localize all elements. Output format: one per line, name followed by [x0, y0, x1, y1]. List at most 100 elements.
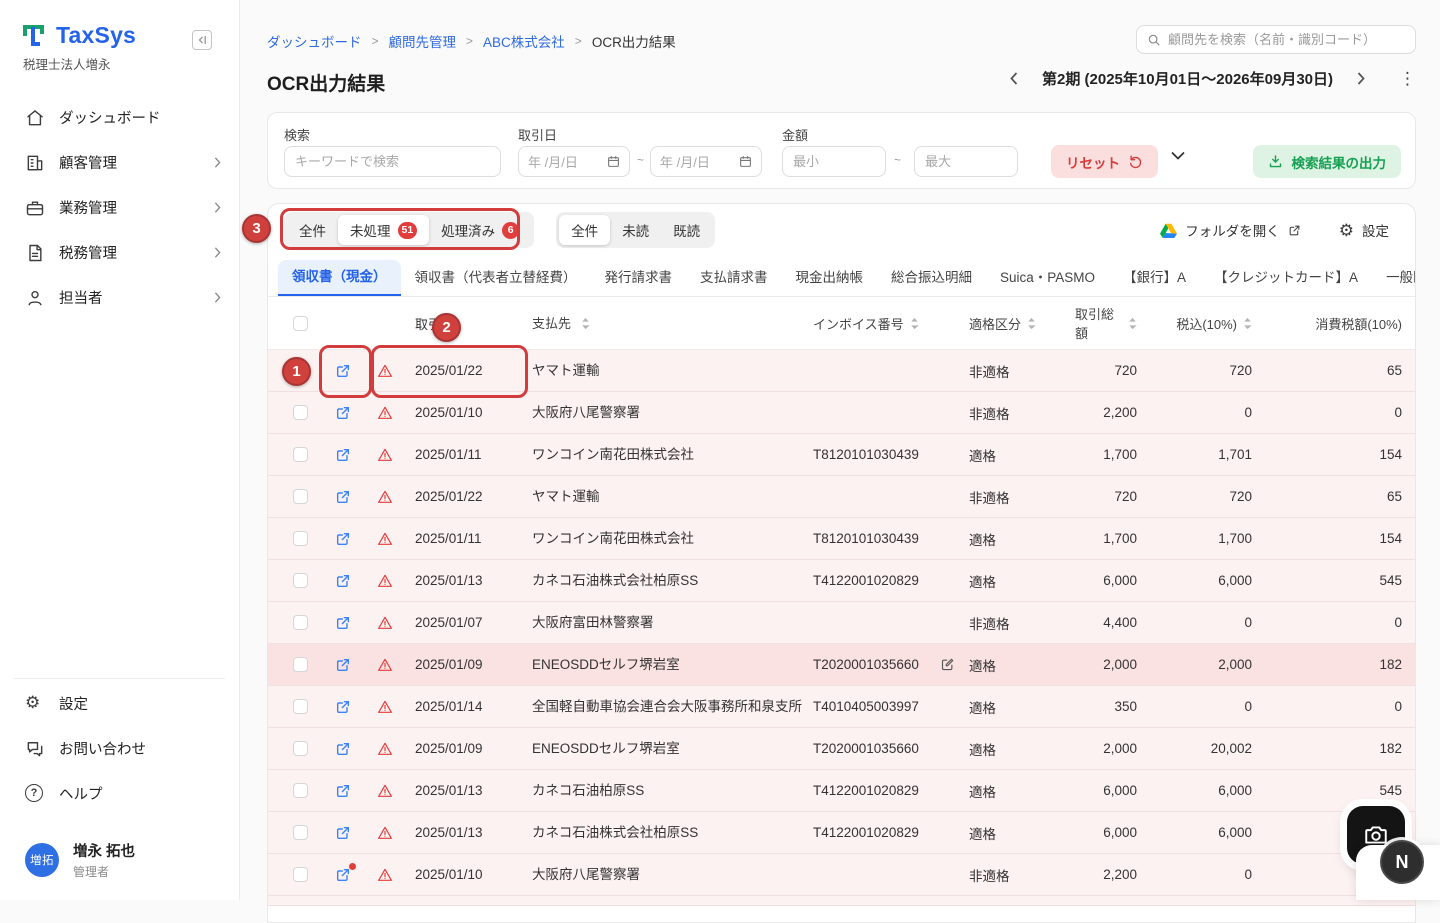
sidebar-item-staff[interactable]: 担当者: [0, 275, 239, 320]
row-checkbox[interactable]: [293, 867, 308, 882]
sidebar-item-tax[interactable]: 税務管理: [0, 230, 239, 275]
doc-tab-【銀行】A[interactable]: 【銀行】A: [1109, 260, 1200, 296]
open-record-icon[interactable]: [335, 741, 351, 757]
read-tab-既読[interactable]: 既読: [661, 215, 712, 245]
n-extension-button[interactable]: N: [1380, 840, 1424, 884]
breadcrumb-company[interactable]: ABC株式会社: [483, 31, 565, 51]
doc-tab-Suica・PASMO[interactable]: Suica・PASMO: [986, 260, 1109, 296]
read-tab-全件[interactable]: 全件: [559, 215, 610, 245]
table-row[interactable]: 2025/01/22 ヤマト運輸 非適格 720 720 65: [268, 350, 1415, 392]
table-row[interactable]: 2025/01/07 大阪府富田林警察署 非適格 4,400 0 0: [268, 602, 1415, 644]
column-payee[interactable]: 支払先: [524, 297, 805, 350]
breadcrumb-clients[interactable]: 顧問先管理: [389, 31, 457, 51]
edit-icon[interactable]: [940, 657, 955, 672]
table-row[interactable]: 2025/01/11 ワンコイン南花田株式会社 T8120101030439 適…: [268, 434, 1415, 476]
sidebar-item-dashboard[interactable]: ダッシュボード: [0, 95, 239, 140]
open-record-icon[interactable]: [335, 825, 351, 841]
export-results-button[interactable]: 検索結果の出力: [1253, 145, 1402, 178]
sort-icon[interactable]: [1243, 317, 1252, 330]
table-row[interactable]: 2025/01/11 ワンコイン南花田株式会社 T8120101030439 適…: [268, 518, 1415, 560]
column-total[interactable]: 取引総額: [1075, 304, 1150, 342]
select-all-checkbox[interactable]: [293, 316, 308, 331]
row-checkbox[interactable]: [293, 825, 308, 840]
doc-tab-支払請求書[interactable]: 支払請求書: [686, 260, 782, 296]
table-row[interactable]: 2025/01/13 カネコ石油株式会社柏原SS T4122001020829 …: [268, 812, 1415, 854]
keyword-filter-input[interactable]: [284, 146, 501, 177]
row-checkbox[interactable]: [293, 741, 308, 756]
column-tax-amount[interactable]: 消費税額(10%): [1265, 314, 1415, 333]
reset-button[interactable]: リセット: [1051, 145, 1158, 178]
status-tab-未処理[interactable]: 未処理 51: [338, 215, 429, 245]
breadcrumb-dashboard[interactable]: ダッシュボード: [267, 31, 362, 51]
row-checkbox[interactable]: [293, 363, 308, 378]
row-checkbox[interactable]: [293, 573, 308, 588]
status-tab-全件[interactable]: 全件: [287, 215, 338, 245]
column-qualification[interactable]: 適格区分: [963, 314, 1075, 333]
table-row[interactable]: 2025/01/22 ヤマト運輸 非適格 720 720 65: [268, 476, 1415, 518]
open-record-icon[interactable]: [335, 405, 351, 421]
row-checkbox[interactable]: [293, 657, 308, 672]
row-checkbox[interactable]: [293, 489, 308, 504]
sort-icon[interactable]: [581, 317, 590, 330]
sidebar-item-help[interactable]: ヘルプ: [0, 771, 239, 816]
more-options-icon[interactable]: ⋮: [1399, 69, 1416, 89]
row-checkbox[interactable]: [293, 699, 308, 714]
table-row[interactable]: 2025/01/14 全国軽自動車協会連合会大阪事務所和泉支所 T4010405…: [268, 686, 1415, 728]
user-profile[interactable]: 増拓 増永 拓也 管理者: [25, 840, 135, 880]
status-tab-処理済み[interactable]: 処理済み 6: [429, 215, 531, 245]
row-checkbox[interactable]: [293, 531, 308, 546]
table-row[interactable]: 2025/01/10 大阪府八尾警察署 非適格 2,200 0 0: [268, 854, 1415, 896]
client-search-box[interactable]: [1136, 25, 1416, 54]
doc-tab-領収書（代表者立替経費）[interactable]: 領収書（代表者立替経費）: [401, 260, 591, 296]
doc-tab-領収書（現金）[interactable]: 領収書（現金）: [278, 260, 401, 296]
table-row[interactable]: 2025/01/09 ENEOSDDセルフ堺岩室 T2020001035660 …: [268, 644, 1415, 686]
open-record-icon[interactable]: [335, 447, 351, 463]
sort-icon[interactable]: [1027, 317, 1036, 330]
date-from-input[interactable]: 年 /月/日: [518, 146, 630, 177]
chevron-down-icon[interactable]: [1171, 151, 1185, 160]
doc-tab-総合振込明細[interactable]: 総合振込明細: [877, 260, 986, 296]
table-settings-link[interactable]: ⚙ 設定: [1339, 220, 1389, 240]
date-to-input[interactable]: 年 /月/日: [650, 146, 762, 177]
amount-max-input[interactable]: [914, 146, 1018, 177]
sort-icon[interactable]: [910, 317, 919, 330]
column-date[interactable]: 取引日: [402, 314, 524, 333]
open-record-icon[interactable]: [335, 363, 351, 379]
doc-tab-一般医療費[interactable]: 一般医療費: [1372, 260, 1416, 296]
row-checkbox[interactable]: [293, 615, 308, 630]
column-invoice[interactable]: インボイス番号: [805, 314, 963, 333]
doc-tab-【クレジットカード】A[interactable]: 【クレジットカード】A: [1200, 260, 1372, 296]
client-search-input[interactable]: [1168, 32, 1405, 47]
open-record-icon[interactable]: [335, 573, 351, 589]
sidebar-item-settings[interactable]: ⚙ 設定: [0, 681, 239, 726]
sidebar-item-contact[interactable]: お問い合わせ: [0, 726, 239, 771]
period-next-icon[interactable]: [1353, 68, 1369, 89]
period-label[interactable]: 第2期 (2025年10月01日〜2026年09月30日): [1042, 68, 1333, 89]
sidebar-item-operations[interactable]: 業務管理: [0, 185, 239, 230]
sidebar-item-customers[interactable]: 顧客管理: [0, 140, 239, 185]
open-record-icon[interactable]: [335, 657, 351, 673]
doc-tab-発行請求書[interactable]: 発行請求書: [591, 260, 687, 296]
open-record-icon[interactable]: [335, 867, 351, 883]
table-row[interactable]: 2025/01/13 カネコ石油柏原SS T4122001020829 適格 6…: [268, 770, 1415, 812]
sidebar-collapse-icon[interactable]: [192, 30, 212, 50]
open-record-icon[interactable]: [335, 699, 351, 715]
table-row[interactable]: 2025/01/10 大阪府八尾警察署 非適格 2,200 0 0: [268, 392, 1415, 434]
open-record-icon[interactable]: [335, 783, 351, 799]
row-checkbox[interactable]: [293, 447, 308, 462]
column-tax-included[interactable]: 税込(10%): [1150, 314, 1265, 333]
row-checkbox[interactable]: [293, 405, 308, 420]
main-area: ダッシュボード > 顧問先管理 > ABC株式会社 > OCR出力結果 OCR出…: [240, 0, 1440, 900]
open-record-icon[interactable]: [335, 489, 351, 505]
table-row[interactable]: 2025/01/09 ENEOSDDセルフ堺岩室 T2020001035660 …: [268, 728, 1415, 770]
table-row[interactable]: 2025/01/13 カネコ石油株式会社柏原SS T4122001020829 …: [268, 560, 1415, 602]
row-checkbox[interactable]: [293, 783, 308, 798]
sort-icon[interactable]: [1128, 317, 1137, 330]
open-record-icon[interactable]: [335, 615, 351, 631]
doc-tab-現金出納帳[interactable]: 現金出納帳: [782, 260, 878, 296]
period-prev-icon[interactable]: [1006, 68, 1022, 89]
amount-min-input[interactable]: [782, 146, 886, 177]
open-folder-link[interactable]: フォルダを開く: [1160, 220, 1301, 240]
read-tab-未読[interactable]: 未読: [610, 215, 661, 245]
open-record-icon[interactable]: [335, 531, 351, 547]
